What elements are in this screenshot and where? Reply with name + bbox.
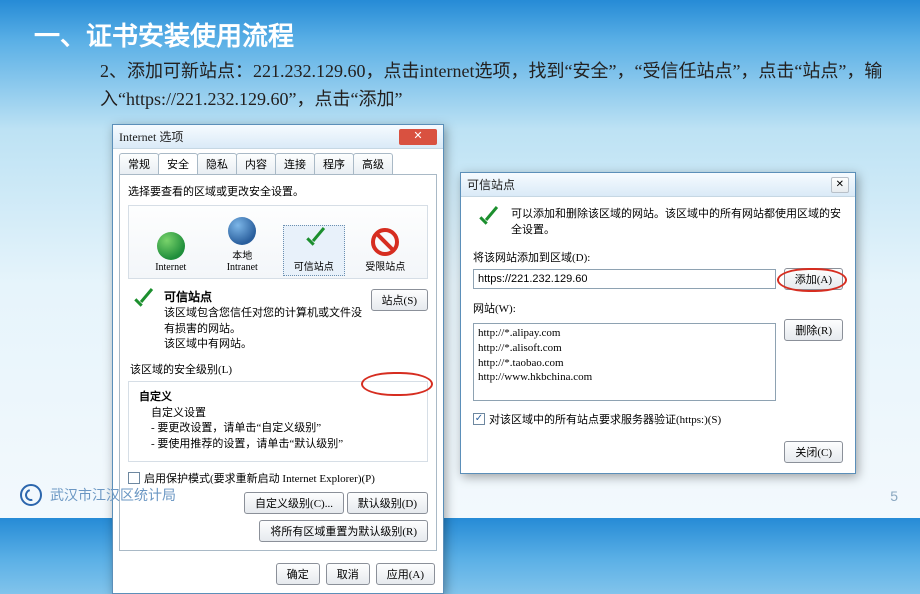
selected-zone-desc: 该区域包含您信任对您的计算机或文件没有损害的网站。 [164,307,362,334]
tab-security[interactable]: 安全 [158,153,198,174]
add-site-input[interactable] [473,269,776,289]
zone-trusted-sites[interactable]: 可信站点 [283,225,345,276]
require-https-checkbox[interactable]: ✓ [473,413,485,425]
protected-mode-label: 启用保护模式(要求重新启动 Internet Explorer)(P) [144,470,375,486]
sites-button[interactable]: 站点(S) [371,289,428,311]
sites-listbox[interactable]: http://*.alipay.com http://*.alisoft.com… [473,323,776,401]
trusted-sites-intro: 可以添加和删除该区域的网站。该区域中的所有网站都使用区域的安全设置。 [511,207,843,239]
forbid-icon [371,228,399,256]
add-button[interactable]: 添加(A) [784,268,843,290]
selected-zone-title: 可信站点 [164,290,212,304]
tab-connections[interactable]: 连接 [275,153,315,174]
zone-label: 本地 Intranet [212,247,272,273]
trusted-sites-title: 可信站点 [467,176,515,193]
list-item[interactable]: http://*.taobao.com [478,356,771,371]
slide-subtitle: 2、添加可新站点：221.232.129.60，点击internet选项，找到“… [100,58,890,114]
custom-title: 自定义 [139,391,172,403]
close-button[interactable]: 关闭(C) [784,441,843,463]
tab-general[interactable]: 常规 [119,153,159,174]
check-icon [473,207,501,235]
cancel-button[interactable]: 取消 [326,563,370,585]
remove-button[interactable]: 删除(R) [784,319,843,341]
add-site-label: 将该网站添加到区域(D): [473,249,843,265]
require-https-label: 对该区域中的所有站点要求服务器验证(https:)(S) [489,411,721,427]
tab-advanced[interactable]: 高级 [353,153,393,174]
check-icon [300,228,328,256]
internet-options-title: Internet 选项 [119,128,183,145]
list-item[interactable]: http://*.alisoft.com [478,341,771,356]
page-number: 5 [890,488,898,504]
selected-zone-desc2: 该区域中有网站。 [164,338,252,350]
zone-prompt: 选择要查看的区域或更改安全设置。 [128,183,428,199]
custom-line: - 要使用推荐的设置，请单击“默认级别” [151,438,343,450]
list-item[interactable]: http://*.alipay.com [478,326,771,341]
apply-button[interactable]: 应用(A) [376,563,435,585]
reset-all-zones-button[interactable]: 将所有区域重置为默认级别(R) [259,520,428,542]
globe-icon [228,217,256,245]
footer-org: 武汉市江汉区统计局 [50,485,176,505]
trusted-sites-dialog: 可信站点 ✕ 可以添加和删除该区域的网站。该区域中的所有网站都使用区域的安全设置… [460,172,856,474]
logo-icon [20,484,42,506]
slide-heading: 一、证书安装使用流程 [34,16,294,53]
globe-icon [157,232,185,260]
internet-options-tabs: 常规 安全 隐私 内容 连接 程序 高级 [113,149,443,174]
custom-line: 自定义设置 [151,407,206,419]
security-level-label: 该区域的安全级别(L) [130,361,428,377]
tab-privacy[interactable]: 隐私 [197,153,237,174]
close-icon[interactable]: ✕ [399,129,437,145]
list-item[interactable]: http://www.hkbchina.com [478,370,771,385]
zone-internet[interactable]: Internet [140,229,202,276]
protected-mode-checkbox[interactable] [128,472,140,484]
close-icon[interactable]: ✕ [831,177,849,193]
sites-list-label: 网站(W): [473,300,843,316]
internet-options-dialog: Internet 选项 ✕ 常规 安全 隐私 内容 连接 程序 高级 选择要查看… [112,124,444,594]
zone-restricted-sites[interactable]: 受限站点 [354,225,416,276]
zone-label: Internet [141,262,201,273]
default-level-button[interactable]: 默认级别(D) [347,492,428,514]
custom-level-button[interactable]: 自定义级别(C)... [244,492,344,514]
zone-local-intranet[interactable]: 本地 Intranet [211,214,273,276]
tab-programs[interactable]: 程序 [314,153,354,174]
zone-label: 受限站点 [355,258,415,273]
custom-line: - 要更改设置，请单击“自定义级别” [151,422,321,434]
check-icon [128,289,156,317]
tab-content[interactable]: 内容 [236,153,276,174]
ok-button[interactable]: 确定 [276,563,320,585]
zone-label: 可信站点 [284,258,344,273]
